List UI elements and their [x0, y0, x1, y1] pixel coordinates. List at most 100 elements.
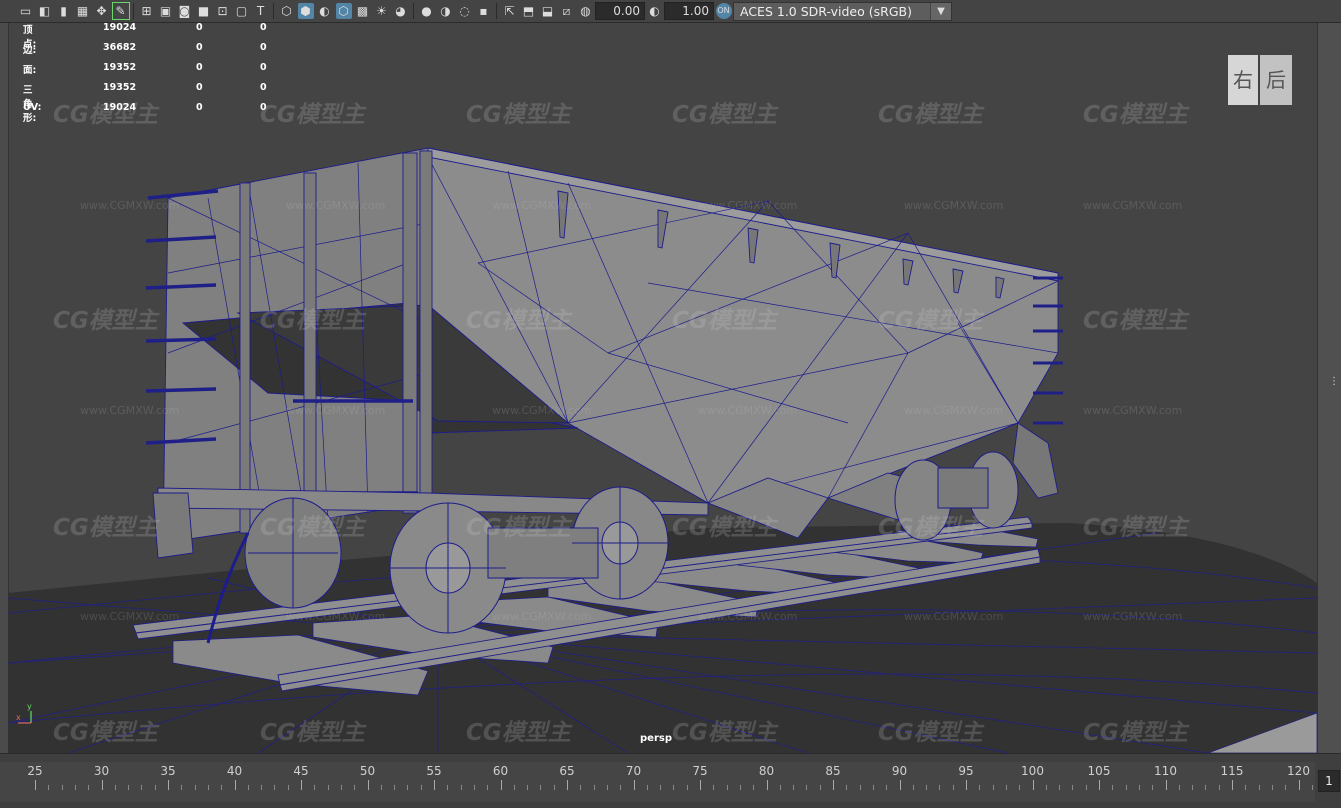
- time-slider-tick: [567, 780, 568, 790]
- shadows-icon[interactable]: ◕: [393, 3, 409, 19]
- time-slider-tick: [660, 785, 662, 790]
- time-slider-tick: [420, 785, 422, 790]
- isolate-select-icon[interactable]: ⇱: [502, 3, 518, 19]
- perspective-viewport[interactable]: y x CG模型主 CG模型主 CG模型主 CG模型主 CG模型主 CG模型主 …: [8, 23, 1317, 753]
- time-slider-label: 35: [160, 764, 176, 778]
- time-slider-label: 25: [27, 764, 43, 778]
- camera-lock-icon[interactable]: ◧: [37, 3, 53, 19]
- watermark-url: www.CGMXW.com: [286, 404, 386, 417]
- grid-icon[interactable]: ⊞: [139, 3, 155, 19]
- backface-culling-icon[interactable]: ⧄: [559, 3, 575, 19]
- time-slider-tick: [473, 785, 475, 790]
- time-slider-tick: [128, 785, 130, 790]
- two-d-pan-icon[interactable]: ✥: [94, 3, 110, 19]
- view-cube[interactable]: 右 后: [1228, 55, 1292, 105]
- time-slider-tick: [846, 785, 848, 790]
- time-slider-tick: [739, 785, 741, 790]
- time-slider-tick: [141, 785, 143, 790]
- bookmark-icon[interactable]: ▮: [56, 3, 72, 19]
- wireframe-on-shaded-icon[interactable]: ⬡: [335, 3, 352, 19]
- hud-value: 0: [196, 22, 203, 33]
- chevron-down-icon: ▼: [930, 2, 951, 20]
- exposure-icon[interactable]: ◍: [578, 3, 594, 19]
- exposure-field[interactable]: 0.00: [595, 2, 645, 20]
- time-slider-tick: [1218, 785, 1220, 790]
- time-slider-tick: [181, 785, 183, 790]
- time-slider-tick: [1045, 785, 1047, 790]
- screen-space-ao-icon[interactable]: ●: [419, 3, 435, 19]
- field-chart-icon[interactable]: ⊡: [215, 3, 231, 19]
- watermark-url: www.CGMXW.com: [1083, 404, 1183, 417]
- safe-title-icon[interactable]: T: [253, 3, 269, 19]
- time-slider[interactable]: 25 30 35 40 45 50 55 60 65 70 75 80 85 90 95 100 105 110 1…: [0, 753, 1341, 808]
- image-plane-icon[interactable]: ▦: [75, 3, 91, 19]
- grease-pencil-icon[interactable]: ✎: [111, 2, 130, 20]
- time-slider-tick: [434, 780, 435, 790]
- time-slider-tick: [926, 785, 928, 790]
- watermark-url: www.CGMXW.com: [80, 404, 180, 417]
- color-space-dropdown[interactable]: ACES 1.0 SDR-video (sRGB) ▼: [733, 1, 952, 21]
- resolution-gate-icon[interactable]: ◙: [177, 3, 193, 19]
- time-slider-tick: [766, 780, 768, 790]
- time-slider-tick: [633, 780, 635, 790]
- time-slider-tick: [367, 780, 369, 790]
- hud-value: 0: [196, 42, 203, 53]
- time-slider-label: 115: [1220, 764, 1244, 778]
- depth-of-field-icon[interactable]: ▪: [476, 3, 492, 19]
- camera-name-label: persp: [640, 733, 672, 744]
- film-gate-icon[interactable]: ▣: [158, 3, 174, 19]
- time-slider-tick: [1019, 785, 1021, 790]
- safe-action-icon[interactable]: ▢: [234, 3, 250, 19]
- wireframe-icon[interactable]: ⬡: [279, 3, 295, 19]
- time-slider-tick: [274, 785, 276, 790]
- camera-attributes-icon[interactable]: ▭: [18, 3, 34, 19]
- time-slider-tick: [540, 785, 542, 790]
- watermark-logo: CG模型主: [466, 515, 571, 541]
- time-slider-label: 100: [1021, 764, 1044, 778]
- smooth-shade-icon[interactable]: ⬢: [297, 3, 314, 19]
- time-slider-tick: [247, 785, 249, 790]
- view-cube-right-face[interactable]: 右: [1228, 55, 1258, 105]
- watermark-url: www.CGMXW.com: [904, 199, 1004, 212]
- colorspace-badge[interactable]: ON: [715, 3, 732, 19]
- watermark-logo: CG模型主: [672, 102, 777, 128]
- watermark-logo: CG模型主: [260, 515, 365, 541]
- watermark-url: www.CGMXW.com: [698, 610, 798, 623]
- time-slider-track[interactable]: 25 30 35 40 45 50 55 60 65 70 75 80 85 90 95 100 105 110 1…: [0, 762, 1340, 802]
- time-slider-label: 40: [226, 764, 243, 778]
- watermark-url: www.CGMXW.com: [492, 199, 592, 212]
- time-slider-tick: [1258, 785, 1260, 790]
- time-slider-tick: [1112, 785, 1114, 790]
- time-slider-tick: [487, 785, 489, 790]
- hud-value: 0: [196, 102, 203, 113]
- motion-blur-icon[interactable]: ◑: [438, 3, 454, 19]
- watermark-url: www.CGMXW.com: [492, 404, 592, 417]
- xray-active-icon[interactable]: ⬓: [540, 3, 556, 19]
- watermark-url: www.CGMXW.com: [1083, 610, 1183, 623]
- watermark-logo: CG模型主: [260, 308, 365, 334]
- multisample-aa-icon[interactable]: ◌: [457, 3, 473, 19]
- watermark-logo: CG模型主: [672, 308, 777, 334]
- use-all-lights-icon[interactable]: ☀: [374, 3, 390, 19]
- gamma-field[interactable]: 1.00: [664, 2, 714, 20]
- time-slider-tick: [713, 785, 715, 790]
- toolbar-separator: [413, 3, 414, 19]
- scene-canvas: y x: [8, 147, 1317, 753]
- time-slider-tick: [261, 785, 263, 790]
- time-slider-tick: [580, 785, 582, 790]
- time-slider-tick: [1085, 785, 1087, 790]
- gate-mask-icon[interactable]: ■: [196, 3, 212, 19]
- time-slider-tick: [899, 780, 901, 790]
- time-slider-tick: [819, 785, 821, 790]
- time-slider-tick: [553, 785, 555, 790]
- view-cube-back-face[interactable]: 后: [1260, 55, 1292, 105]
- xray-joints-icon[interactable]: ⬒: [521, 3, 537, 19]
- xray-icon[interactable]: ▩: [355, 3, 371, 19]
- gamma-icon[interactable]: ◐: [647, 3, 663, 19]
- time-slider-tick: [1125, 785, 1127, 790]
- default-material-icon[interactable]: ◐: [317, 3, 333, 19]
- current-frame-field[interactable]: 1: [1318, 770, 1340, 792]
- time-slider-tick: [1072, 785, 1074, 790]
- hud-value: 0: [196, 62, 203, 73]
- time-slider-tick: [979, 785, 981, 790]
